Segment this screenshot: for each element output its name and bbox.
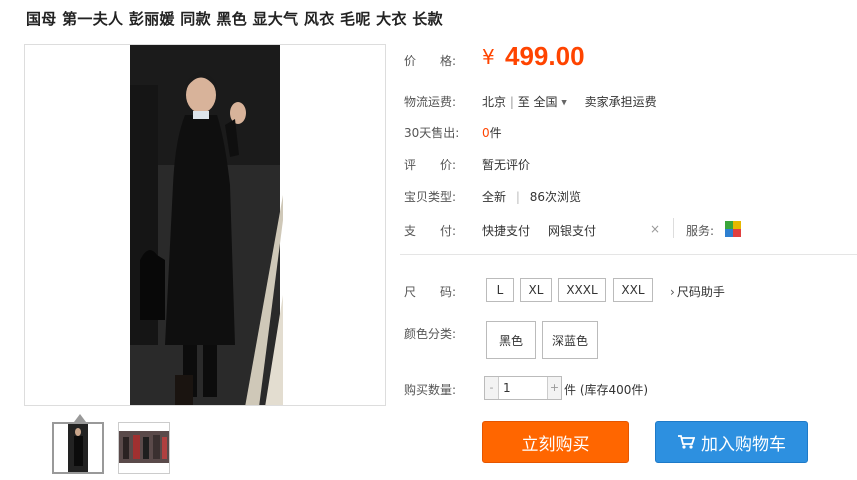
add-to-cart-button[interactable]: 加入购物车 xyxy=(655,421,808,463)
review-value: 暂无评价 xyxy=(482,158,531,172)
thumbnail-2-image xyxy=(119,423,169,473)
size-option-xxxl[interactable]: XXXL xyxy=(558,278,606,302)
size-helper-label: 尺码助手 xyxy=(676,285,725,299)
shipping-note: 卖家承担运费 xyxy=(584,95,657,109)
add-to-cart-label: 加入购物车 xyxy=(701,434,786,455)
sold30-count: 0 xyxy=(482,126,490,140)
thumbnail-1-image xyxy=(54,424,102,472)
item-condition: 全新 xyxy=(482,190,507,204)
shipping-destination: 全国 xyxy=(533,95,558,109)
size-option-xl[interactable]: XL xyxy=(520,278,552,302)
quantity-stock: 件 (库存400件) xyxy=(564,383,649,397)
shipping-info: 北京 | 至 全国 ▼ 卖家承担运费 xyxy=(482,95,657,109)
color-option-black[interactable]: 黑色 xyxy=(486,321,536,359)
product-title: 国母 第一夫人 彭丽媛 同款 黑色 显大气 风衣 毛呢 大衣 长款 xyxy=(26,10,443,28)
quantity-increase-button[interactable]: + xyxy=(547,377,561,399)
review-label: 评 价: xyxy=(404,158,457,172)
quantity-decrease-button[interactable]: - xyxy=(485,377,499,399)
color-label: 颜色分类: xyxy=(404,327,457,341)
size-helper-link[interactable]: › 尺码助手 xyxy=(670,283,725,300)
shipping-label: 物流运费: xyxy=(404,95,457,109)
item-type-label: 宝贝类型: xyxy=(404,190,457,204)
quantity-input[interactable] xyxy=(501,379,545,397)
payment-method-2: 网银支付 xyxy=(548,224,597,238)
price-amount: 499.00 xyxy=(505,41,585,71)
chevron-right-icon: › xyxy=(670,285,675,299)
payment-label: 支 付: xyxy=(404,224,457,238)
item-type-value: 全新 | 86次浏览 xyxy=(482,190,581,204)
price-currency: ¥ xyxy=(482,45,495,69)
product-photo xyxy=(25,45,385,405)
thumbnail-2[interactable] xyxy=(118,422,170,474)
thumbnail-1[interactable] xyxy=(52,422,104,474)
quantity-label: 购买数量: xyxy=(404,383,457,397)
item-views: 86次浏览 xyxy=(529,190,581,204)
section-divider xyxy=(400,254,857,255)
size-option-l[interactable]: L xyxy=(486,278,514,302)
thumbnail-selected-arrow xyxy=(74,414,86,422)
size-option-xxl[interactable]: XXL xyxy=(613,278,653,302)
color-option-navy[interactable]: 深蓝色 xyxy=(542,321,598,359)
service-label: 服务: xyxy=(686,224,715,238)
price-label: 价 格: xyxy=(404,54,457,68)
service-badge-icon[interactable] xyxy=(725,221,741,237)
main-product-image[interactable] xyxy=(24,44,386,406)
sold30-unit: 件 xyxy=(489,126,502,140)
shipping-to-prefix: 至 xyxy=(517,95,530,109)
payment-method-1: 快捷支付 xyxy=(482,224,531,238)
buy-now-button[interactable]: 立刻购买 xyxy=(482,421,629,463)
sold30-value: 0件 xyxy=(482,124,502,141)
close-icon[interactable]: × xyxy=(650,222,660,236)
quantity-stepper: - + xyxy=(484,376,562,400)
shipping-from: 北京 xyxy=(482,95,507,109)
sold30-label: 30天售出: xyxy=(404,126,460,140)
divider xyxy=(673,218,674,238)
size-label: 尺 码: xyxy=(404,285,457,299)
shipping-destination-select[interactable]: 全国 ▼ xyxy=(534,95,571,109)
shopping-cart-icon xyxy=(678,435,695,449)
chevron-down-icon: ▼ xyxy=(561,98,567,107)
